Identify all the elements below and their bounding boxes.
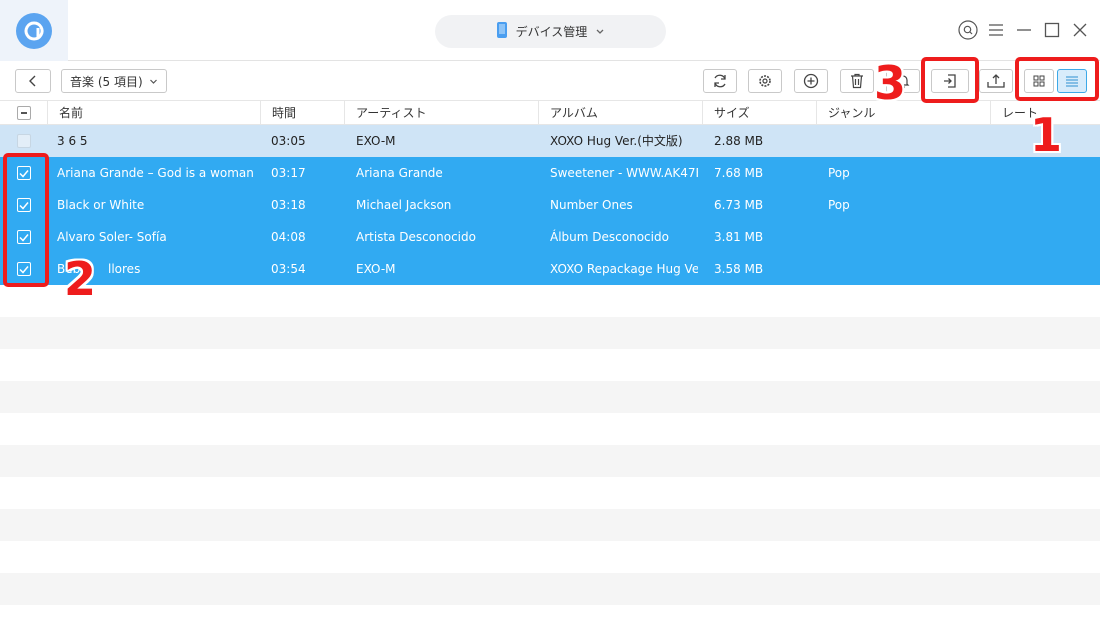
upload-tray-icon xyxy=(987,74,1005,88)
delete-button[interactable] xyxy=(840,69,874,93)
cell-artist: Artista Desconocido xyxy=(356,230,476,244)
cell-name: Black or White xyxy=(57,198,145,212)
cell-time: 03:17 xyxy=(271,166,306,180)
cell-time: 03:05 xyxy=(271,134,306,148)
column-header-time[interactable]: 時間 xyxy=(260,101,344,125)
maximize-icon xyxy=(1044,22,1060,38)
annotation-number-3: 3 xyxy=(874,56,907,110)
phone-icon xyxy=(496,21,508,42)
search-button[interactable] xyxy=(958,18,978,42)
table-row[interactable]: Black or White 03:18 Michael Jackson Num… xyxy=(0,189,1100,221)
cell-album: XOXO Hug Ver.(中文版) xyxy=(550,134,683,148)
import-button[interactable] xyxy=(979,69,1013,93)
empty-row xyxy=(0,509,1100,541)
settings-button[interactable] xyxy=(748,69,782,93)
device-manager-label: デバイス管理 xyxy=(515,25,588,39)
cell-genre: Pop xyxy=(828,166,850,180)
cell-artist: Ariana Grande xyxy=(356,166,443,180)
cell-size: 2.88 MB xyxy=(714,134,764,148)
empty-row xyxy=(0,413,1100,445)
cell-time: 03:54 xyxy=(271,262,306,276)
cell-album: Álbum Desconocido xyxy=(550,230,669,244)
table-header: 名前 時間 アーティスト アルバム サイズ ジャンル レート xyxy=(0,100,1100,125)
empty-row xyxy=(0,317,1100,349)
gear-icon xyxy=(759,75,771,87)
plus-circle-icon xyxy=(803,73,819,89)
table-row[interactable]: Bebe llores 03:54 EXO-M XOXO Repackage H… xyxy=(0,253,1100,285)
trash-icon xyxy=(851,73,863,89)
annotation-box-export xyxy=(921,57,979,103)
cell-album: Number Ones xyxy=(550,198,633,212)
cell-album: XOXO Repackage Hug Ve... xyxy=(550,262,698,276)
app-logo-area xyxy=(0,0,68,61)
column-header-size[interactable]: サイズ xyxy=(702,101,816,125)
cell-artist: EXO-M xyxy=(356,262,396,276)
annotation-number-1: 1 xyxy=(1030,108,1063,162)
empty-row xyxy=(0,541,1100,573)
cell-genre: Pop xyxy=(828,198,850,212)
cell-name: Alvaro Soler- Sofía xyxy=(57,230,167,244)
close-icon xyxy=(1073,23,1087,37)
category-label: 音楽 (5 項目) xyxy=(70,74,143,89)
empty-row xyxy=(0,605,1100,624)
empty-row xyxy=(0,445,1100,477)
cell-time: 04:08 xyxy=(271,230,306,244)
cell-name: Ariana Grande – God is a woman xyxy=(57,166,254,180)
empty-row xyxy=(0,477,1100,509)
cell-genre xyxy=(828,221,988,253)
hamburger-menu-icon xyxy=(989,24,1003,36)
minimize-button[interactable] xyxy=(1014,18,1034,42)
annotation-number-2: 2 xyxy=(64,252,97,306)
maximize-button[interactable] xyxy=(1042,18,1062,42)
menu-button[interactable] xyxy=(986,18,1006,42)
category-dropdown[interactable]: 音楽 (5 項目) xyxy=(61,69,167,93)
refresh-button[interactable] xyxy=(703,69,737,93)
table-row[interactable]: Ariana Grande – God is a woman 03:17 Ari… xyxy=(0,157,1100,189)
search-icon xyxy=(958,20,978,40)
cell-album: Sweetener - WWW.AK47F... xyxy=(550,166,698,180)
close-button[interactable] xyxy=(1070,18,1090,42)
column-header-album[interactable]: アルバム xyxy=(538,101,702,125)
empty-row xyxy=(0,349,1100,381)
table-row[interactable]: Alvaro Soler- Sofía 04:08 Artista Descon… xyxy=(0,221,1100,253)
empty-row xyxy=(0,285,1100,317)
annotation-box-checkboxes xyxy=(3,153,49,287)
cell-name: 3 6 5 xyxy=(57,134,88,148)
add-button[interactable] xyxy=(794,69,828,93)
window-controls xyxy=(958,18,1090,42)
column-header-artist[interactable]: アーティスト xyxy=(344,101,538,125)
cell-genre xyxy=(828,125,988,157)
cell-artist: Michael Jackson xyxy=(356,198,452,212)
cell-size: 3.58 MB xyxy=(714,262,764,276)
title-bar: デバイス管理 xyxy=(0,0,1100,61)
column-header-name[interactable]: 名前 xyxy=(47,101,260,125)
back-button[interactable] xyxy=(15,69,51,93)
annotation-box-view-toggle xyxy=(1015,57,1099,101)
table-row[interactable]: 3 6 5 03:05 EXO-M XOXO Hug Ver.(中文版) 2.8… xyxy=(0,125,1100,157)
chevron-down-icon xyxy=(149,79,157,84)
empty-row xyxy=(0,381,1100,413)
app-logo-icon xyxy=(16,12,52,49)
select-all-cell xyxy=(0,101,47,125)
cell-size: 6.73 MB xyxy=(714,198,764,212)
cell-size: 3.81 MB xyxy=(714,230,764,244)
empty-row xyxy=(0,573,1100,605)
select-all-checkbox[interactable] xyxy=(17,106,31,120)
row-checkbox[interactable] xyxy=(17,134,31,148)
music-table: 名前 時間 アーティスト アルバム サイズ ジャンル レート 3 6 5 03:… xyxy=(0,100,1100,624)
cell-name-suffix: llores xyxy=(108,262,141,276)
minimize-icon xyxy=(1017,29,1031,31)
refresh-icon xyxy=(714,74,726,88)
cell-genre xyxy=(828,253,988,285)
device-manager-dropdown[interactable]: デバイス管理 xyxy=(435,15,666,48)
cell-artist: EXO-M xyxy=(356,134,396,148)
chevron-down-icon xyxy=(595,25,605,39)
cell-size: 7.68 MB xyxy=(714,166,764,180)
chevron-left-icon xyxy=(29,75,36,87)
cell-time: 03:18 xyxy=(271,198,306,212)
